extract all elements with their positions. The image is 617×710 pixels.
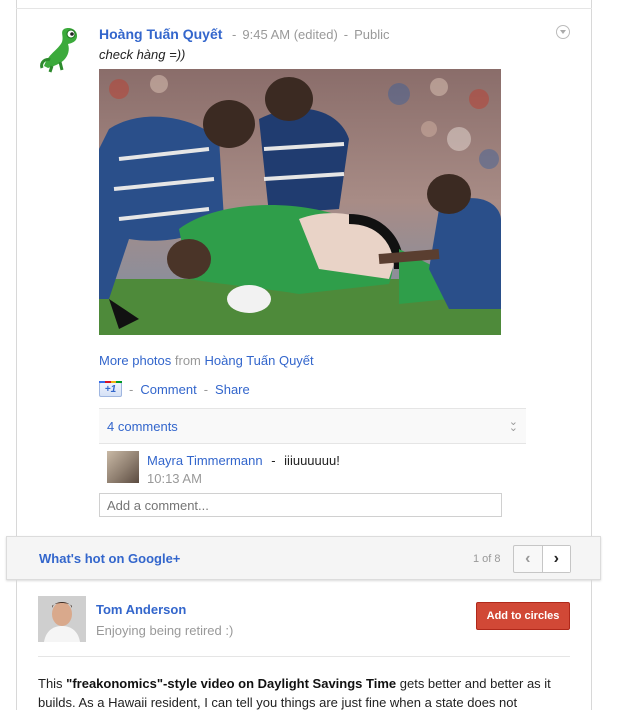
meta-separator: -: [232, 27, 237, 42]
comment-time[interactable]: 10:13 AM: [147, 471, 202, 486]
comment-line: Mayra Timmermann - iiiuuuuuu!: [147, 453, 340, 468]
comments-header[interactable]: 4 comments ⌄ ⌄: [99, 408, 526, 444]
plus-one-button[interactable]: +1: [99, 381, 122, 397]
post-header: Hoàng Tuấn Quyết -9:45 AM (edited) - Publi…: [99, 26, 390, 42]
post-photo[interactable]: [99, 69, 501, 335]
post-menu-icon[interactable]: [556, 25, 570, 39]
post-time[interactable]: 9:45 AM (edited): [242, 27, 337, 42]
hot-author-status: Enjoying being retired :): [96, 623, 234, 638]
collapse-icon[interactable]: ⌄ ⌄: [509, 417, 518, 434]
whats-hot-title[interactable]: What's hot on Google+: [39, 551, 180, 566]
hot-text-quote: "freakonomics"-style video on Daylight S…: [66, 676, 397, 691]
whats-hot-bar: What's hot on Google+ 1 of 8 ‹ ›: [6, 536, 601, 580]
add-to-circles-button[interactable]: Add to circles: [476, 602, 570, 630]
author-avatar[interactable]: [38, 24, 82, 74]
post-author-name[interactable]: Hoàng Tuấn Quyết: [99, 26, 222, 42]
hot-text-intro: This: [38, 676, 67, 691]
share-button[interactable]: Share: [215, 382, 250, 397]
comment-avatar[interactable]: [107, 451, 139, 483]
more-photos-line: More photos from Hoàng Tuấn Quyết: [99, 353, 314, 368]
plus-one-label: +1: [104, 384, 117, 395]
comment-separator: -: [271, 453, 276, 468]
comments-count[interactable]: 4 comments: [107, 419, 178, 434]
from-author-link[interactable]: Hoàng Tuấn Quyết: [205, 353, 314, 368]
hot-post-text: This "freakonomics"-style video on Dayli…: [38, 674, 570, 710]
page-indicator: 1 of 8: [473, 553, 501, 565]
comment-author-name[interactable]: Mayra Timmermann: [147, 453, 263, 468]
pager: ‹ ›: [513, 545, 571, 573]
divider: [38, 656, 570, 657]
comment-button[interactable]: Comment: [140, 382, 196, 397]
add-comment-input[interactable]: [99, 493, 502, 517]
post-meta: -9:45 AM (edited) - Public: [226, 27, 390, 42]
post-text: check hàng =)): [99, 47, 186, 62]
chevron-right-icon[interactable]: ›: [542, 546, 570, 572]
from-label: from: [174, 353, 201, 368]
divider: [16, 8, 592, 9]
comment-item: Mayra Timmermann - iiiuuuuuu! 10:13 AM: [107, 451, 527, 487]
hot-author-name[interactable]: Tom Anderson: [96, 602, 186, 617]
comment-text: iiiuuuuuu!: [284, 453, 340, 468]
post-actions: +1 - Comment - Share: [99, 381, 250, 397]
action-separator: -: [129, 382, 134, 397]
action-separator: -: [203, 382, 209, 397]
meta-separator: -: [343, 27, 349, 42]
post-visibility[interactable]: Public: [354, 27, 389, 42]
more-photos-link[interactable]: More photos: [99, 353, 171, 368]
chevron-left-icon[interactable]: ‹: [514, 546, 543, 572]
hot-author-avatar[interactable]: [38, 596, 86, 642]
plus-one-color-bar: [99, 381, 122, 383]
